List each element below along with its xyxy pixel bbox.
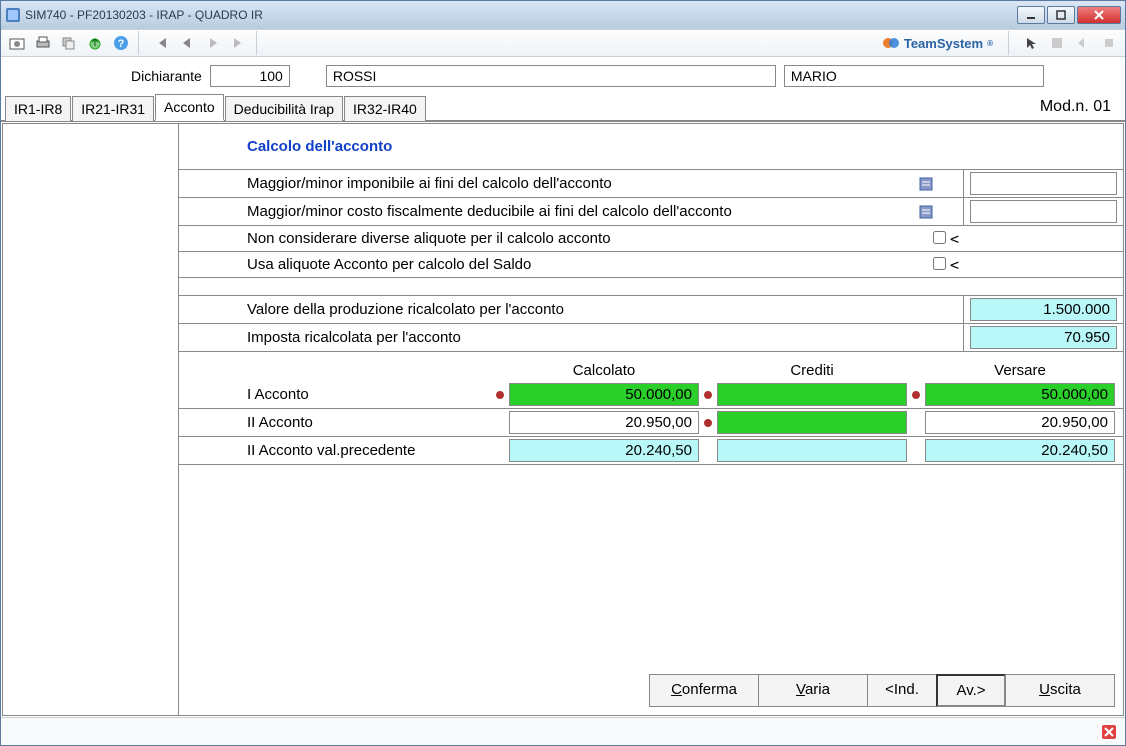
window-title: SIM740 - PF20130203 - IRAP - QUADRO IR	[25, 8, 263, 22]
nav-prev-icon[interactable]	[175, 32, 199, 54]
check-r4[interactable]	[933, 257, 946, 270]
nav-last-icon[interactable]	[227, 32, 251, 54]
copy-icon[interactable]	[57, 32, 81, 54]
valore-produzione-input[interactable]	[970, 298, 1118, 321]
uscita-button[interactable]: Uscita	[1005, 674, 1115, 707]
check-r3[interactable]	[933, 231, 946, 244]
app-icon	[5, 7, 21, 23]
imponibile-input[interactable]	[970, 172, 1118, 195]
ii-acconto-calc[interactable]	[509, 411, 699, 434]
export-icon[interactable]	[83, 32, 107, 54]
bottom-buttons: Conferma Varia <Ind. Av.> Uscita	[179, 666, 1123, 715]
row-r3-label: Non considerare diverse aliquote per il …	[179, 226, 915, 252]
form-table: Maggior/minor imponibile ai fini del cal…	[179, 170, 1123, 352]
nav-first-icon[interactable]	[149, 32, 173, 54]
dot-icon	[496, 391, 504, 399]
dot-icon	[704, 391, 712, 399]
close-button[interactable]	[1077, 6, 1121, 24]
brand-logo: TeamSystem®	[882, 34, 1003, 52]
print-icon[interactable]	[31, 32, 55, 54]
content-area: Calcolo dell'acconto Maggior/minor impon…	[2, 123, 1124, 716]
col-calcolato: Calcolato	[509, 362, 699, 379]
dichiarante-label: Dichiarante	[131, 68, 202, 84]
detail-icon[interactable]	[919, 205, 959, 219]
varia-button[interactable]: Varia	[758, 674, 868, 707]
tool3-icon[interactable]	[1097, 32, 1121, 54]
mod-number: Mod.n. 01	[1032, 94, 1125, 120]
dichiarante-code[interactable]	[210, 65, 290, 87]
dot-icon	[704, 419, 712, 427]
ii-acconto-cred[interactable]	[717, 411, 907, 434]
close-x-icon[interactable]	[1101, 724, 1117, 740]
tab-acconto[interactable]: Acconto	[155, 94, 224, 121]
tab-deducibilita[interactable]: Deducibilità Irap	[225, 96, 343, 121]
svg-text:?: ?	[118, 38, 125, 50]
tool1-icon[interactable]	[1045, 32, 1069, 54]
row-i-acconto: I Acconto	[179, 381, 1123, 409]
ii-prec-vers[interactable]	[925, 439, 1115, 462]
left-column	[3, 124, 179, 715]
cursor-icon[interactable]	[1019, 32, 1043, 54]
section-title: Calcolo dell'acconto	[179, 124, 1123, 170]
toolbar: ? TeamSystem®	[1, 29, 1125, 57]
calc-section: Calcolato Crediti Versare I Acconto II A…	[179, 352, 1123, 465]
dot-icon	[912, 391, 920, 399]
ind-button[interactable]: <Ind.	[867, 674, 937, 707]
row-costo-label: Maggior/minor costo fiscalmente deducibi…	[179, 198, 915, 226]
row-r5-label: Valore della produzione ricalcolato per …	[179, 296, 915, 324]
surname-field[interactable]	[326, 65, 776, 87]
tool2-icon[interactable]	[1071, 32, 1095, 54]
help-icon[interactable]: ?	[109, 32, 133, 54]
titlebar: SIM740 - PF20130203 - IRAP - QUADRO IR	[1, 1, 1125, 29]
row-r4-label: Usa aliquote Acconto per calcolo del Sal…	[179, 252, 915, 278]
col-versare: Versare	[925, 362, 1115, 379]
detail-icon[interactable]	[919, 177, 959, 191]
right-column: Calcolo dell'acconto Maggior/minor impon…	[179, 124, 1123, 715]
camera-icon[interactable]	[5, 32, 29, 54]
tab-ir1-ir8[interactable]: IR1-IR8	[5, 96, 71, 121]
ii-acconto-vers[interactable]	[925, 411, 1115, 434]
tabstrip: IR1-IR8 IR21-IR31 Acconto Deducibilità I…	[1, 93, 1125, 122]
tab-ir21-ir31[interactable]: IR21-IR31	[72, 96, 154, 121]
av-button[interactable]: Av.>	[936, 674, 1006, 707]
col-crediti: Crediti	[717, 362, 907, 379]
imposta-ricalcolata-input[interactable]	[970, 326, 1118, 349]
conferma-button[interactable]: Conferma	[649, 674, 759, 707]
i-acconto-cred[interactable]	[717, 383, 907, 406]
tab-ir32-ir40[interactable]: IR32-IR40	[344, 96, 426, 121]
i-acconto-calc[interactable]	[509, 383, 699, 406]
header-row: Dichiarante	[1, 57, 1125, 91]
ii-prec-cred[interactable]	[717, 439, 907, 462]
row-ii-acconto-prec: II Acconto val.precedente	[179, 437, 1123, 465]
row-ii-acconto: II Acconto	[179, 409, 1123, 437]
costo-input[interactable]	[970, 200, 1118, 223]
minimize-button[interactable]	[1017, 6, 1045, 24]
name-field[interactable]	[784, 65, 1044, 87]
row-r6-label: Imposta ricalcolata per l'acconto	[179, 324, 915, 352]
row-imponibile-label: Maggior/minor imponibile ai fini del cal…	[179, 170, 915, 198]
nav-next-icon[interactable]	[201, 32, 225, 54]
ii-prec-calc[interactable]	[509, 439, 699, 462]
i-acconto-vers[interactable]	[925, 383, 1115, 406]
maximize-button[interactable]	[1047, 6, 1075, 24]
statusbar	[1, 717, 1125, 745]
